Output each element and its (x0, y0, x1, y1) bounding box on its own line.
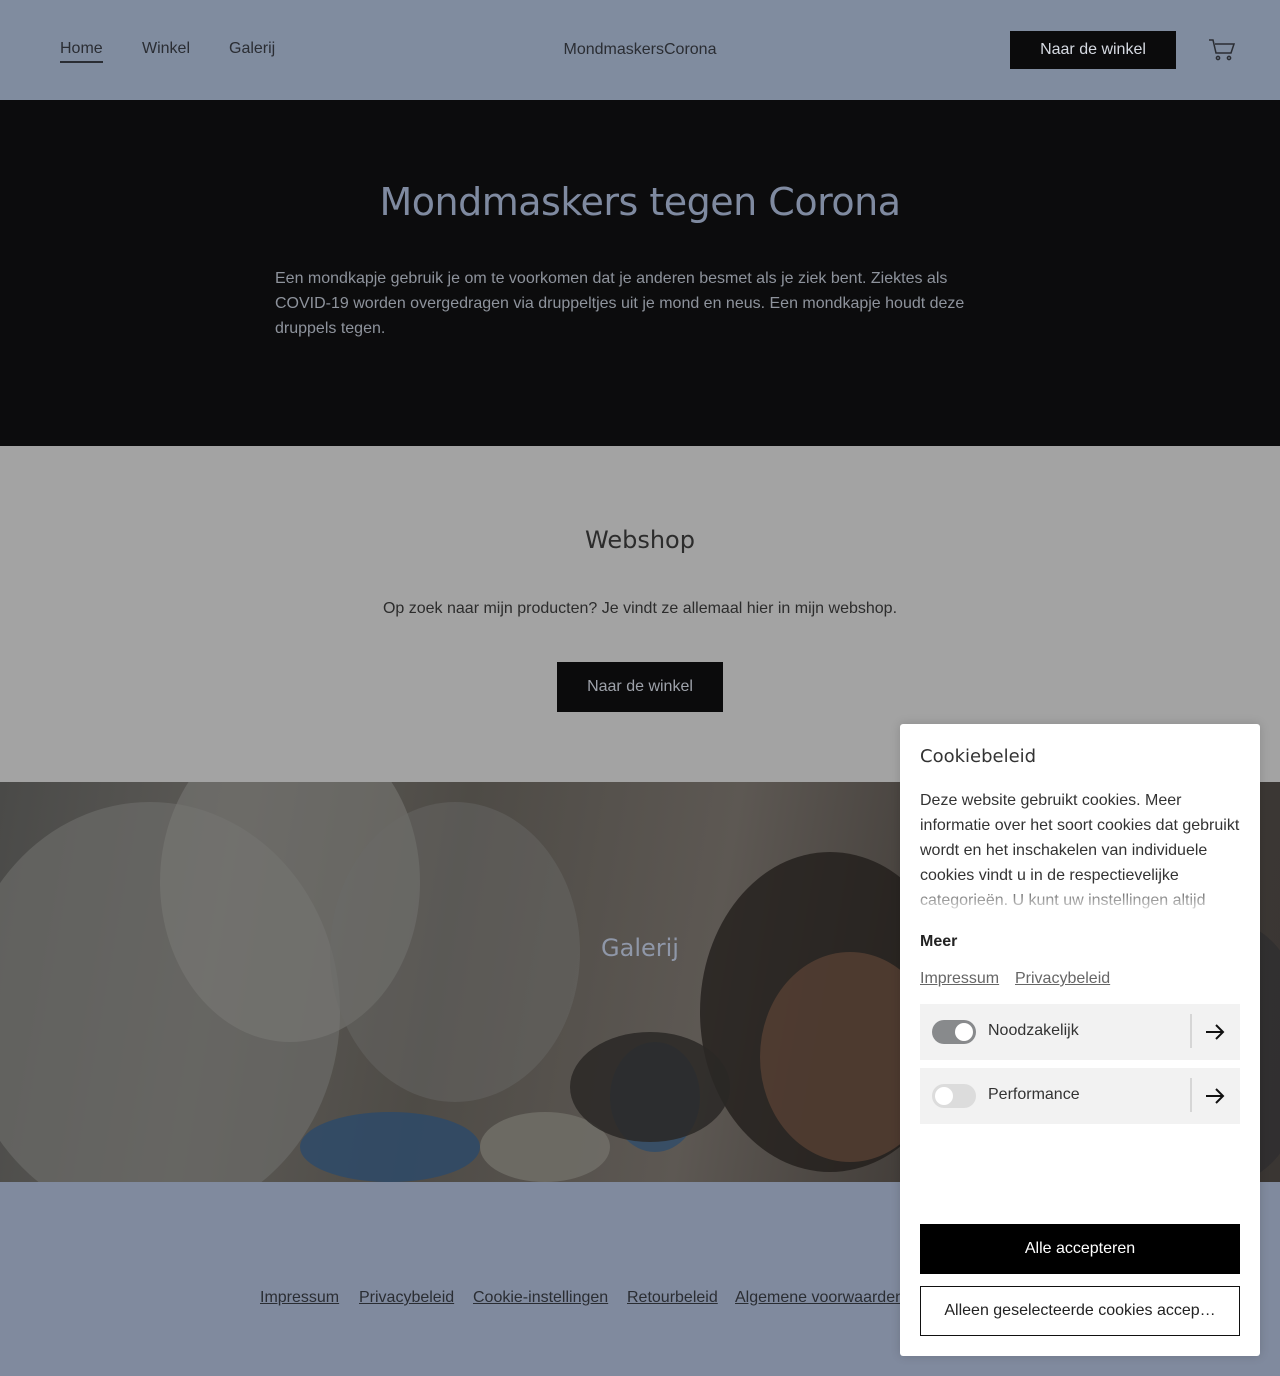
cookie-category-noodzakelijk: Noodzakelijk (920, 1004, 1240, 1060)
hero-title: Mondmaskers tegen Corona (379, 180, 901, 224)
cookie-link-impressum[interactable]: Impressum (920, 970, 999, 988)
webshop-title: Webshop (585, 526, 695, 554)
cookie-link-privacybeleid[interactable]: Privacybeleid (1015, 970, 1110, 988)
arrow-right-icon[interactable] (1204, 1022, 1226, 1042)
webshop-text: Op zoek naar mijn producten? Je vindt ze… (382, 600, 898, 617)
footer-link-retourbeleid[interactable]: Retourbeleid (627, 1289, 718, 1307)
accept-all-button[interactable]: Alle accepteren (920, 1224, 1240, 1274)
site-header: Home Winkel Galerij MondmaskersCorona Na… (0, 0, 1280, 100)
accept-selected-label: Alleen geselecteerde cookies accep… (944, 1302, 1216, 1319)
toggle-noodzakelijk[interactable] (932, 1020, 976, 1044)
toggle-performance[interactable] (932, 1084, 976, 1108)
footer-link-privacybeleid[interactable]: Privacybeleid (359, 1289, 454, 1307)
cookie-category-label: Performance (988, 1086, 1080, 1103)
webshop-button[interactable]: Naar de winkel (557, 662, 723, 712)
cookie-category-performance: Performance (920, 1068, 1240, 1124)
cookie-panel: Cookiebeleid Deze website gebruikt cooki… (900, 724, 1260, 1356)
footer-link-algemene-voorwaarden[interactable]: Algemene voorwaarden (735, 1289, 904, 1307)
cart-icon[interactable] (1208, 38, 1236, 62)
cookie-category-label: Noodzakelijk (988, 1022, 1079, 1039)
accept-selected-button[interactable]: Alleen geselecteerde cookies accep… (920, 1286, 1240, 1336)
hero-section: Mondmaskers tegen Corona Een mondkapje g… (0, 100, 1280, 446)
footer-link-impressum[interactable]: Impressum (260, 1289, 339, 1307)
footer-link-cookie-instellingen[interactable]: Cookie-instellingen (473, 1289, 608, 1307)
arrow-right-icon[interactable] (1204, 1086, 1226, 1106)
header-shop-button[interactable]: Naar de winkel (1010, 31, 1176, 69)
cookie-title: Cookiebeleid (920, 746, 1037, 767)
hero-text: Een mondkapje gebruik je om te voorkomen… (275, 270, 965, 337)
gallery-title[interactable]: Galerij (0, 934, 1280, 962)
